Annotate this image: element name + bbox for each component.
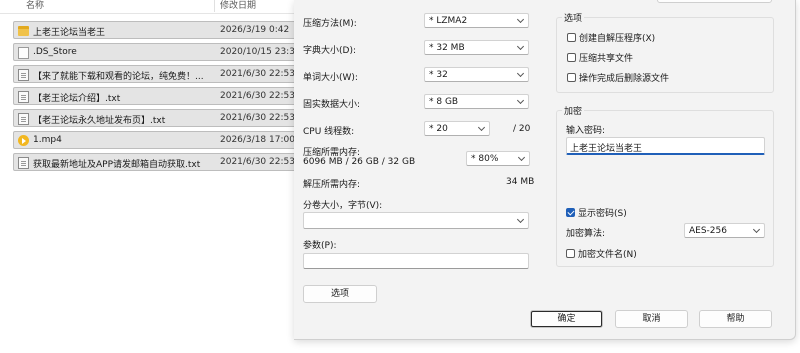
column-date[interactable]: 修改日期 [220, 0, 256, 12]
file-date: 2021/6/30 22:53 [220, 91, 295, 101]
memory-decompress-label: 解压所需内存: [303, 180, 361, 190]
password-label: 输入密码: [566, 126, 606, 136]
dict-size-select[interactable]: * 32 MB [424, 40, 529, 55]
column-header: 名称 修改日期 [0, 0, 296, 14]
encrypt-names-label: 加密文件名(N) [578, 250, 637, 260]
solid-block-value: * 8 GB [429, 97, 459, 107]
encryption-method-value: AES-256 [689, 226, 727, 236]
encrypt-names-checkbox[interactable]: 加密文件名(N) [566, 247, 637, 260]
checkbox-box [567, 33, 576, 42]
file-row[interactable]: 1.mp4 2026/3/18 17:00 [13, 131, 296, 149]
file-date: 2021/6/30 22:53 [220, 113, 295, 123]
text-file-icon [18, 91, 29, 103]
encryption-group-title: 加密 [562, 104, 585, 117]
delete-after-label: 操作完成后删除源文件 [579, 74, 670, 84]
cpu-threads-label: CPU 线程数: [303, 127, 355, 137]
cpu-threads-select[interactable]: * 20 [424, 121, 490, 136]
checkbox-box [567, 53, 576, 62]
memory-usage-value: * 80% [471, 154, 499, 164]
ok-button[interactable]: 确定 [530, 310, 603, 328]
checkbox-checked-icon [566, 208, 575, 217]
file-row[interactable]: 上老王论坛当老王 2026/3/19 0:42 [13, 21, 296, 39]
encryption-method-select[interactable]: AES-256 [684, 223, 765, 238]
params-input[interactable] [303, 253, 529, 269]
memory-compress-detail: 6096 MB / 26 GB / 32 GB [303, 157, 416, 167]
file-name: .DS_Store [33, 47, 77, 57]
text-file-icon [18, 69, 29, 81]
word-size-select[interactable]: * 32 [424, 67, 529, 82]
file-date: 2026/3/18 17:00 [220, 135, 295, 145]
file-name: 获取最新地址及APP请发邮箱自动获取.txt [33, 160, 201, 170]
show-password-label: 显示密码(S) [578, 209, 627, 219]
word-size-value: * 32 [429, 70, 448, 80]
file-name: 【老王论坛介绍】.txt [33, 94, 121, 104]
file-date: 2026/3/19 0:42 [220, 25, 290, 35]
cpu-threads-max: / 20 [513, 124, 531, 134]
solid-block-select[interactable]: * 8 GB [424, 94, 529, 109]
chevron-down-icon [517, 153, 526, 162]
file-row[interactable]: .DS_Store 2020/10/15 23:3 [13, 43, 296, 61]
cancel-button[interactable]: 取消 [615, 310, 688, 328]
password-value: 上老王论坛当老王 [570, 144, 643, 154]
chevron-down-icon [516, 69, 525, 78]
split-volume-label: 分卷大小，字节(V): [303, 201, 383, 211]
params-label: 参数(P): [303, 241, 337, 251]
compress-method-select[interactable]: * LZMA2 [424, 13, 529, 28]
dict-size-label: 字典大小(D): [303, 46, 356, 56]
word-size-label: 单词大小(W): [303, 73, 358, 83]
compress-method-label: 压缩方法(M): [303, 19, 357, 29]
file-icon [18, 47, 29, 59]
sfx-label: 创建自解压程序(X) [579, 34, 656, 44]
text-file-icon [18, 157, 29, 169]
file-name: 1.mp4 [33, 135, 62, 145]
chevron-down-icon [516, 15, 525, 24]
compress-method-value: * LZMA2 [429, 16, 468, 26]
file-date: 2020/10/15 23:3 [220, 47, 295, 57]
folder-icon [18, 26, 29, 36]
file-name: 【老王论坛永久地址发布页】.txt [33, 116, 166, 126]
column-separator[interactable] [214, 0, 215, 12]
file-explorer: 名称 修改日期 上老王论坛当老王 2026/3/19 0:42 .DS_Stor… [0, 0, 296, 353]
chevron-down-icon [516, 42, 525, 51]
password-input[interactable]: 上老王论坛当老王 [566, 137, 765, 155]
file-row[interactable]: 【来了就能下载和观看的论坛，纯免费！... 2021/6/30 22:53 [13, 65, 296, 83]
chevron-down-icon [477, 123, 486, 132]
split-volume-select[interactable] [303, 212, 529, 229]
checkbox-box [566, 249, 575, 258]
file-date: 2021/6/30 22:53 [220, 69, 295, 79]
options-group-title: 选项 [562, 11, 585, 24]
options-button[interactable]: 选项 [303, 285, 377, 303]
column-name[interactable]: 名称 [26, 0, 44, 12]
chevron-down-icon [752, 225, 761, 234]
chevron-down-icon [516, 96, 525, 105]
memory-usage-select[interactable]: * 80% [466, 151, 530, 166]
top-partial-button[interactable] [657, 0, 772, 3]
file-name: 【来了就能下载和观看的论坛，纯免费！... [33, 72, 204, 82]
file-row[interactable]: 【老王论坛介绍】.txt 2021/6/30 22:53 [13, 87, 296, 105]
text-file-icon [18, 113, 29, 125]
file-date: 2021/6/30 22:53 [220, 157, 295, 167]
dict-size-value: * 32 MB [429, 43, 465, 53]
checkbox-box [567, 73, 576, 82]
cpu-threads-value: * 20 [429, 124, 448, 134]
delete-after-checkbox[interactable]: 操作完成后删除源文件 [567, 71, 669, 84]
file-row[interactable]: 获取最新地址及APP请发邮箱自动获取.txt 2021/6/30 22:53 [13, 153, 296, 171]
chevron-down-icon [516, 215, 525, 224]
memory-decompress-value: 34 MB [506, 177, 535, 187]
file-name: 上老王论坛当老王 [33, 28, 106, 38]
video-file-icon [18, 135, 29, 146]
file-row[interactable]: 【老王论坛永久地址发布页】.txt 2021/6/30 22:53 [13, 109, 296, 127]
solid-block-label: 固实数据大小: [303, 100, 361, 110]
shared-files-label: 压缩共享文件 [579, 54, 634, 64]
sfx-checkbox[interactable]: 创建自解压程序(X) [567, 31, 655, 44]
help-button[interactable]: 帮助 [699, 310, 772, 328]
encryption-method-label: 加密算法: [566, 229, 606, 239]
shared-files-checkbox[interactable]: 压缩共享文件 [567, 51, 633, 64]
show-password-checkbox[interactable]: 显示密码(S) [566, 206, 627, 219]
